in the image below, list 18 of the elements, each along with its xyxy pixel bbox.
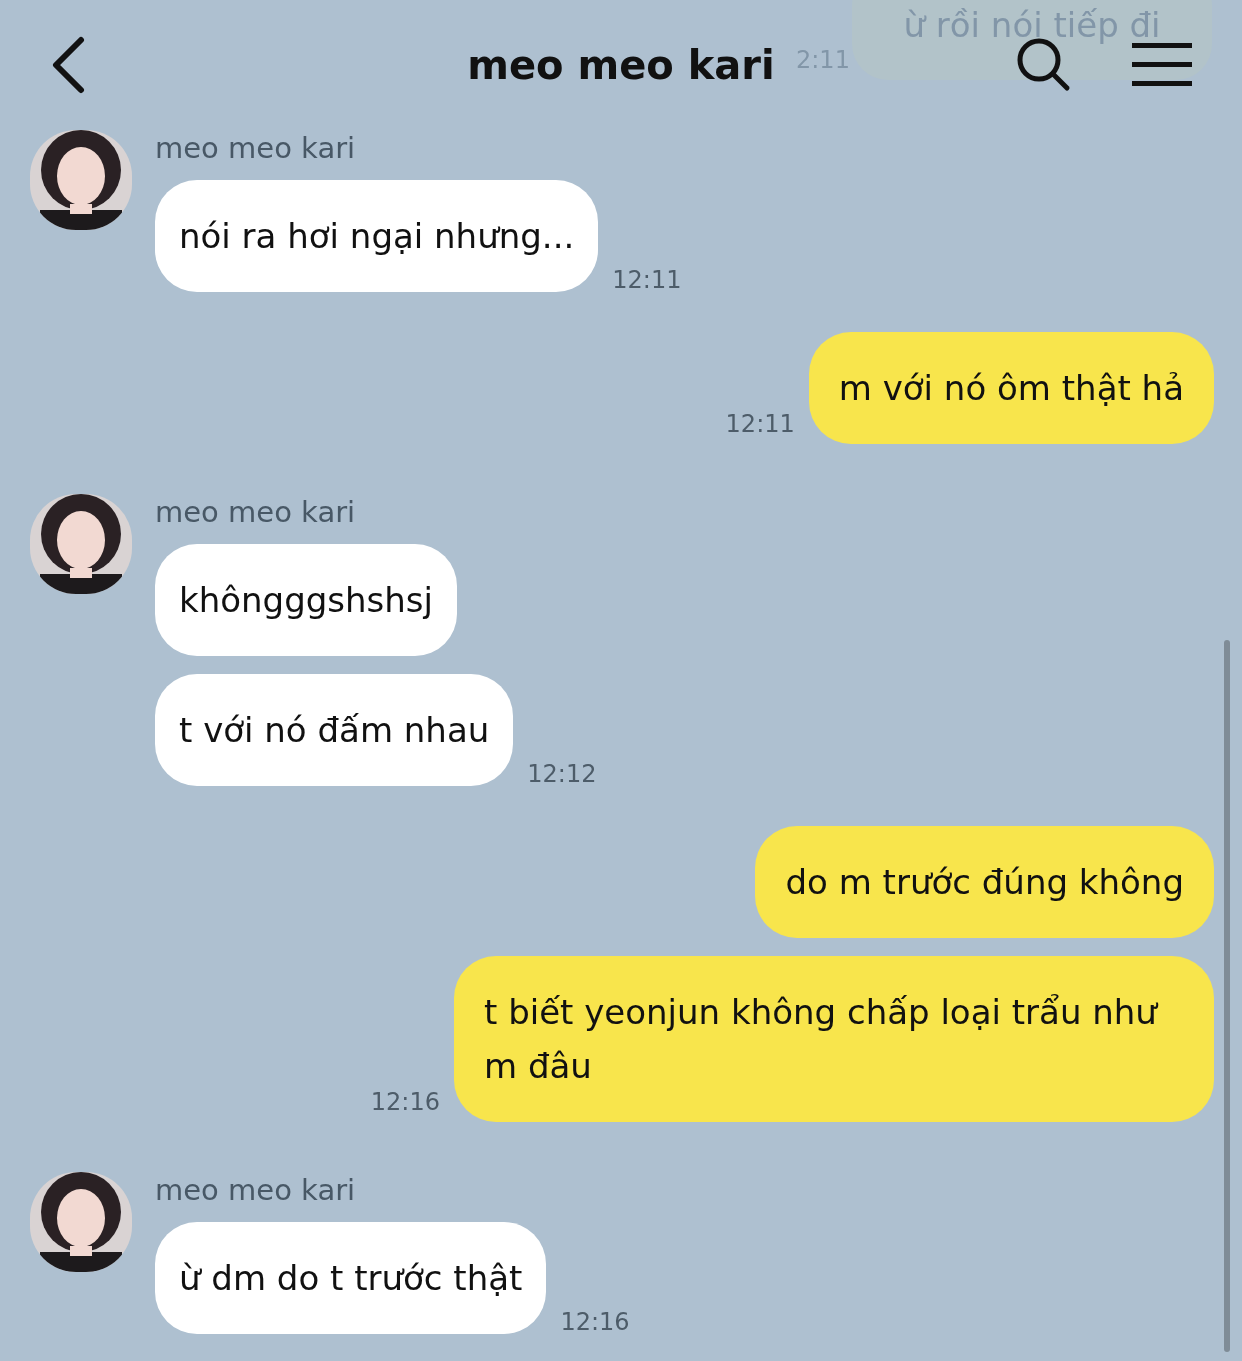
sender-name: meo meo kari [155, 494, 357, 530]
message-bubble: t biết yeonjun không chấp loại trẩu như m đâu [454, 956, 1214, 1122]
message-bubble: khôngggshshsj [155, 544, 458, 656]
message-bubble: nói ra hơi ngại nhưng... [155, 180, 599, 292]
chat-title: meo meo kari [467, 42, 775, 88]
message-bubble: m với nó ôm thật hả [808, 332, 1214, 444]
message-time: 12:11 [612, 266, 682, 294]
sender-name: meo meo kari [155, 1172, 357, 1208]
message-bubble: t với nó đấm nhau [155, 674, 514, 786]
back-icon[interactable] [50, 36, 86, 94]
message-time: 12:11 [725, 410, 795, 438]
message-time: 12:12 [527, 760, 597, 788]
message-time: 12:16 [370, 1088, 440, 1116]
message-time: 12:16 [560, 1308, 630, 1336]
message-bubble: do m trước đúng không [755, 826, 1214, 938]
message-bubble: ừ dm do t trước thật [155, 1222, 547, 1334]
menu-icon[interactable] [1132, 41, 1192, 89]
sender-name: meo meo kari [155, 130, 357, 166]
